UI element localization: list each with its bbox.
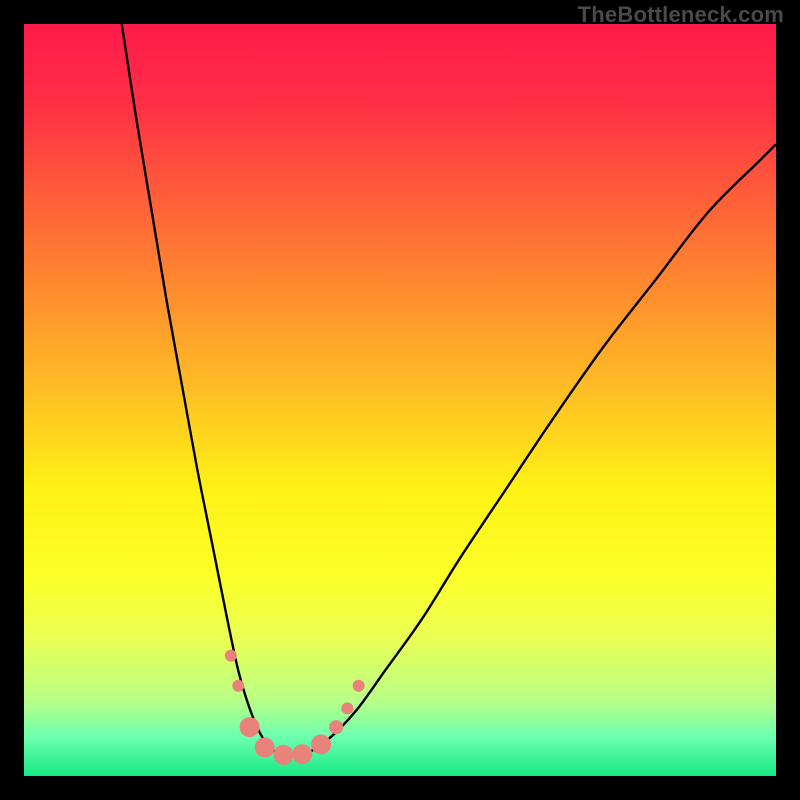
data-marker	[292, 744, 312, 764]
watermark-text: TheBottleneck.com	[578, 2, 784, 28]
data-marker	[329, 720, 343, 734]
data-marker	[240, 717, 260, 737]
data-marker	[341, 702, 353, 714]
plot-area	[24, 24, 776, 776]
chart-frame: TheBottleneck.com	[0, 0, 800, 800]
bottleneck-chart	[24, 24, 776, 776]
gradient-background	[24, 24, 776, 776]
data-marker	[255, 737, 275, 757]
data-marker	[225, 650, 237, 662]
data-marker	[311, 734, 331, 754]
data-marker	[273, 745, 293, 765]
data-marker	[232, 680, 244, 692]
data-marker	[353, 680, 365, 692]
